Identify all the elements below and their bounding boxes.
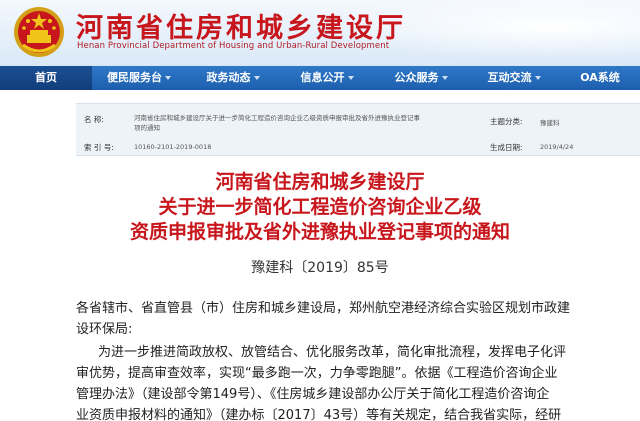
body-line3: 管理办法》（建设部令第149号）、《住房城乡建设部办公厅关于简化工程造价咨询企 [76,387,550,402]
document-title-line1: 河南省住房和城乡建设厅 [215,171,425,193]
nav-item-label: 公众服务 [394,71,439,84]
addressee-line1: 各省辖市、省直管县（市）住房和城乡建设局，郑州航空港经济综合实验区规划市政建 [76,301,571,316]
nav-item-interaction[interactable]: 互动交流 [468,66,560,90]
dropdown-arrow-icon [165,76,171,80]
meta-name-value-line1: 河南省住房和城乡建设厅关于进一步简化工程造价咨询企业乙级资质申报审批及省外进豫执… [134,114,420,122]
main-navigation: 首页 便民服务台 政务动态 信息公开 公众服务 互动交流 OA系统 [0,66,640,90]
nav-item-label: 政务动态 [206,71,251,84]
nav-item-label: 信息公开 [300,71,345,84]
meta-date-label: 生成日期: [490,143,523,152]
dropdown-arrow-icon [253,76,260,80]
nav-item-disclosure[interactable]: 信息公开 [280,66,374,90]
nav-item-label: 便民服务台 [107,71,162,84]
document-title-line3: 资质申报审批及省外进豫执业登记事项的通知 [129,221,510,243]
national-emblem-icon[interactable] [12,5,66,59]
site-subtitle: Henan Provincial Department of Housing a… [77,41,390,51]
body-line2: 审优势，提高审查效率，实现“最多跑一次，力争零跑腿”。依据《工程造价咨询企业 [76,366,558,381]
site-title: 河南省住房和城乡建设厅 [76,13,406,44]
dropdown-arrow-icon [534,76,541,80]
site-header: 河南省住房和城乡建设厅 Henan Provincial Department … [0,0,640,66]
nav-item-home[interactable]: 首页 [0,66,92,90]
body-line1: 为进一步推进简政放权、放管结合、优化服务改革，简化审批流程，发挥电子化评 [98,345,567,360]
dropdown-arrow-icon [441,76,448,80]
nav-item-label: OA系统 [580,71,620,84]
nav-item-news[interactable]: 政务动态 [186,66,280,90]
meta-index-value: 10160-2101-2019-0018 [134,143,212,151]
meta-name-value-line2: 项的通知 [134,124,160,132]
nav-item-public-service[interactable]: 公众服务 [374,66,468,90]
nav-item-label: 首页 [35,71,57,84]
dropdown-arrow-icon [347,76,354,80]
nav-item-oa[interactable]: OA系统 [560,66,640,90]
addressee-line2: 设环保局: [76,322,133,337]
nav-item-service-desk[interactable]: 便民服务台 [92,66,186,90]
document-metadata: 名 称: 河南省住房和城乡建设厅关于进一步简化工程造价咨询企业乙级资质申报审批及… [76,103,640,156]
body-line4: 业资质申报材料的通知》（建办标〔2017〕43号）等有关规定，结合我省实际，经研 [76,408,562,421]
nav-item-label: 互动交流 [487,71,532,84]
meta-subject-label: 主题分类: [490,117,523,126]
document-title-line2: 关于进一步简化工程造价咨询企业乙级 [158,196,482,218]
meta-index-label: 索 引 号: [84,143,114,152]
meta-name-label: 名 称: [84,115,104,124]
meta-subject-value: 豫建科 [540,119,560,127]
meta-date-value: 2019/4/24 [540,143,574,151]
document-number: 豫建科〔2019〕85号 [251,260,389,276]
